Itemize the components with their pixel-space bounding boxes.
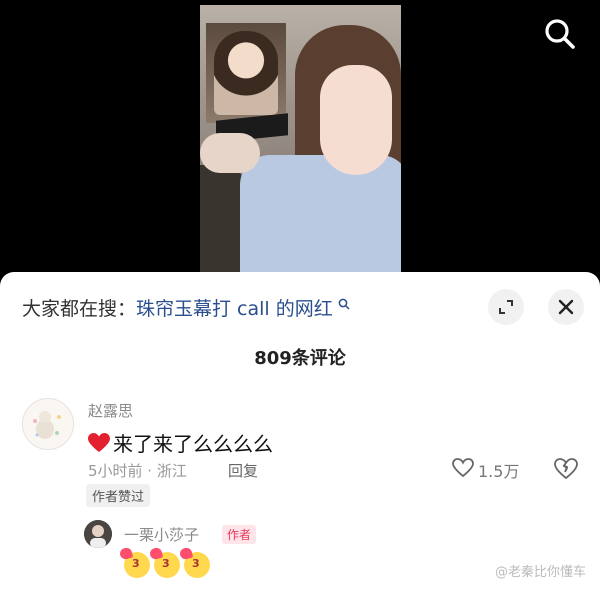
video-frame	[200, 5, 401, 295]
comment-body: 来了来了么么么么	[113, 432, 273, 456]
avatar[interactable]	[84, 520, 112, 548]
avatar[interactable]	[22, 398, 74, 450]
video-person-hand	[200, 133, 260, 173]
expand-icon[interactable]	[488, 289, 524, 325]
comment-count: 809条评论	[254, 348, 346, 369]
video-player[interactable]	[0, 0, 600, 300]
hot-search-link[interactable]: 珠帘玉幕打 call 的网红	[136, 298, 333, 320]
comment-text: 来了来了么么么么	[88, 428, 273, 457]
hot-search-magnifier-icon	[334, 298, 350, 314]
comment-sheet: 大家都在搜：珠帘玉幕打 call 的网红 809条评论 赵露思 来了来了么么么么…	[0, 272, 600, 590]
author-badge: 作者	[222, 525, 257, 544]
like-count: 1.5万	[478, 462, 520, 481]
author-liked-badge: 作者赞过	[86, 484, 151, 507]
kiss-emoji-icon	[154, 552, 180, 578]
kiss-emoji-icon	[124, 552, 150, 578]
kiss-emoji-icon	[184, 552, 210, 578]
reply-username[interactable]: 一栗小莎子	[124, 524, 199, 545]
search-icon[interactable]	[542, 16, 578, 52]
hot-search-prefix: 大家都在搜：	[22, 298, 137, 320]
video-poster-figure	[206, 23, 286, 123]
heart-outline-icon	[452, 458, 474, 482]
broken-heart-icon[interactable]	[554, 458, 578, 480]
heart-icon	[88, 432, 110, 453]
comment-time-location: 5小时前 · 浙江	[88, 462, 187, 480]
reply-button[interactable]: 回复	[228, 460, 258, 481]
reply-emojis	[124, 552, 210, 578]
hot-search-bar: 大家都在搜：珠帘玉幕打 call 的网红	[22, 294, 350, 321]
video-person-face	[320, 65, 392, 175]
comment-username[interactable]: 赵露思	[88, 400, 133, 421]
like-button[interactable]: 1.5万	[452, 458, 519, 482]
close-icon[interactable]	[548, 289, 584, 325]
watermark: @老秦比你懂车	[494, 565, 586, 580]
